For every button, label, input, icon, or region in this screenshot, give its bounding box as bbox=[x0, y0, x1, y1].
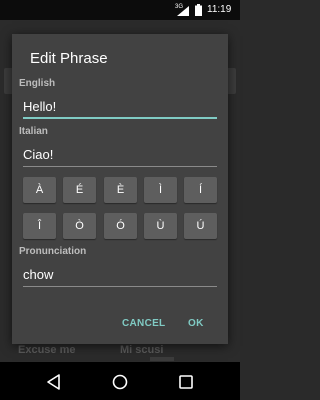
battery-icon bbox=[195, 4, 202, 16]
background-row-english[interactable]: Excuse me bbox=[18, 344, 75, 356]
pronunciation-label: Pronunciation bbox=[19, 246, 87, 257]
accent-key-u-grave[interactable]: Ù bbox=[144, 213, 177, 239]
back-icon[interactable] bbox=[44, 372, 64, 392]
accent-key-i-circumflex[interactable]: Î bbox=[23, 213, 56, 239]
edit-phrase-dialog: Edit Phrase English Hello! Italian Ciao!… bbox=[12, 34, 228, 344]
accent-key-e-grave[interactable]: È bbox=[104, 177, 137, 203]
accent-key-i-acute[interactable]: Í bbox=[184, 177, 217, 203]
italian-input[interactable]: Ciao! bbox=[23, 145, 217, 165]
accent-key-i-grave[interactable]: Ì bbox=[144, 177, 177, 203]
cancel-button[interactable]: CANCEL bbox=[122, 318, 165, 329]
english-input[interactable]: Hello! bbox=[23, 97, 217, 117]
status-bar: 3G 11:19 bbox=[0, 0, 240, 20]
recents-icon[interactable] bbox=[176, 372, 196, 392]
italian-label: Italian bbox=[19, 126, 48, 137]
background-row-subtext bbox=[150, 357, 174, 361]
pronunciation-input[interactable]: chow bbox=[23, 265, 217, 285]
navigation-bar bbox=[0, 362, 240, 400]
english-input-underline bbox=[23, 117, 217, 119]
dialog-title: Edit Phrase bbox=[30, 50, 108, 67]
background-row-italian[interactable]: Mi scusi bbox=[120, 344, 163, 356]
accent-key-a-grave[interactable]: À bbox=[23, 177, 56, 203]
accent-key-u-acute[interactable]: Ú bbox=[184, 213, 217, 239]
signal-icon bbox=[177, 6, 189, 16]
home-icon[interactable] bbox=[110, 372, 130, 392]
ok-button[interactable]: OK bbox=[188, 318, 204, 329]
status-time: 11:19 bbox=[207, 4, 232, 15]
accent-key-o-grave[interactable]: Ò bbox=[63, 213, 96, 239]
english-label: English bbox=[19, 78, 56, 89]
accent-key-e-acute[interactable]: É bbox=[63, 177, 96, 203]
pronunciation-input-underline bbox=[23, 286, 217, 287]
italian-input-underline bbox=[23, 166, 217, 167]
accent-key-o-acute[interactable]: Ó bbox=[104, 213, 137, 239]
